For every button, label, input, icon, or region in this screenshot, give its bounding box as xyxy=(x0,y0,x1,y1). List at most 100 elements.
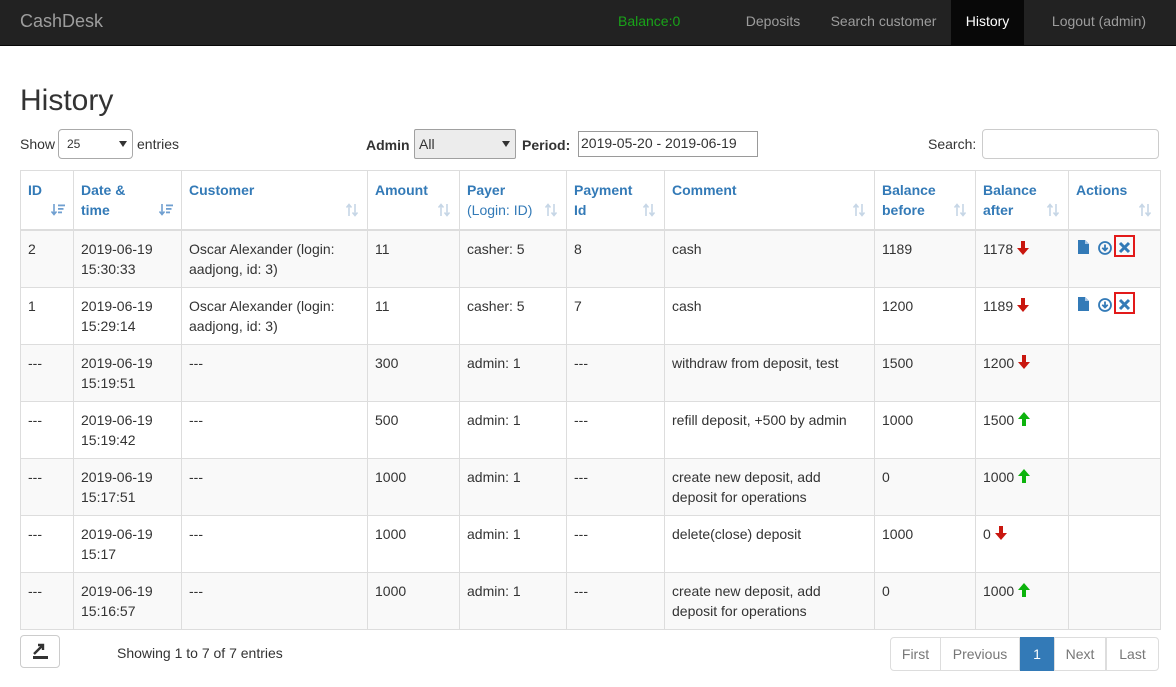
cell-comment: cash xyxy=(664,229,875,288)
column-header-comment[interactable]: Comment xyxy=(664,170,875,231)
history-table: ID Date & time Customer Amount Payer (Lo… xyxy=(20,170,1161,630)
cell-amount: 1000 xyxy=(367,457,460,516)
cell-text: casher: 5 xyxy=(467,241,525,257)
nav-logout[interactable]: Logout (admin) xyxy=(1040,0,1158,46)
document-icon[interactable] xyxy=(1078,239,1089,259)
period-input[interactable]: 2019-05-20 - 2019-06-19 xyxy=(578,131,758,157)
admin-label: Admin xyxy=(366,137,410,153)
cell-text: --- xyxy=(189,354,203,371)
brand-link[interactable]: CashDesk xyxy=(20,11,103,32)
cell-actions xyxy=(1068,229,1161,288)
row-actions xyxy=(1076,524,1153,544)
cell-id: 1 xyxy=(20,286,74,345)
cell-actions xyxy=(1068,400,1161,459)
cell-datetime: 2019-06-19 15:16:57 xyxy=(73,571,182,630)
cell-text: 11 xyxy=(375,297,390,314)
cell-text: create new deposit, add xyxy=(672,582,821,599)
cell-text: 1000 xyxy=(983,582,1015,599)
delete-button[interactable] xyxy=(1114,291,1135,314)
cell-text: refill deposit, +500 by admin xyxy=(672,411,847,428)
admin-select[interactable]: All xyxy=(414,129,516,159)
cell-text: 2019-06-19 xyxy=(81,297,153,314)
column-header-balance-before[interactable]: Balance before xyxy=(874,170,976,231)
cell-payer: casher: 5 xyxy=(459,229,567,288)
sort-both-icon xyxy=(953,203,967,217)
column-header-id[interactable]: ID xyxy=(20,170,74,231)
cell-text: 15:30:33 xyxy=(81,261,136,277)
cell-balance-before: 1200 xyxy=(874,286,976,345)
column-header-amount[interactable]: Amount xyxy=(367,170,460,231)
page-title: History xyxy=(20,84,114,117)
cell-text: delete(close) deposit xyxy=(672,525,802,542)
cell-amount: 1000 xyxy=(367,571,460,630)
row-actions xyxy=(1076,410,1153,430)
cell-text: 15:17:51 xyxy=(81,488,136,505)
cell-text: --- xyxy=(189,582,203,599)
cell-text: --- xyxy=(189,411,203,428)
cell-text: 0 xyxy=(983,525,991,542)
cell-actions xyxy=(1068,514,1161,573)
cell-text: 1 xyxy=(28,297,36,314)
cell-comment: withdraw from deposit, test xyxy=(664,343,875,402)
cell-text: 2019-06-19 xyxy=(81,354,153,371)
cell-text: --- xyxy=(28,468,42,485)
cell-balance-after: 1200 xyxy=(975,343,1069,402)
pagination-first[interactable]: First xyxy=(890,637,941,671)
cell-text: --- xyxy=(574,354,588,371)
cell-id: --- xyxy=(20,457,74,516)
cell-balance-before: 1000 xyxy=(874,400,976,459)
cell-amount: 300 xyxy=(367,343,460,402)
cell-comment: create new deposit, add deposit for opera… xyxy=(664,571,875,630)
cell-text: Oscar Alexander (login: xyxy=(189,241,335,257)
cell-text: withdraw from deposit, test xyxy=(672,354,839,371)
pagination-previous[interactable]: Previous xyxy=(940,637,1020,671)
delete-button[interactable] xyxy=(1114,235,1135,257)
column-header-balance-after[interactable]: Balance after xyxy=(975,170,1069,231)
export-button[interactable] xyxy=(20,635,60,668)
download-circle-icon[interactable] xyxy=(1098,240,1112,260)
nav-search-customer[interactable]: Search customer xyxy=(816,0,951,46)
cell-text: 15:16:57 xyxy=(81,602,136,619)
cell-text: --- xyxy=(28,525,42,542)
balance-indicator: Balance:0 xyxy=(618,13,681,29)
cell-text: 2 xyxy=(28,241,36,257)
admin-select-value: All xyxy=(419,136,435,152)
cell-text: aadjong, id: 3) xyxy=(189,317,278,334)
cell-comment: delete(close) deposit xyxy=(664,514,875,573)
column-label: Actions xyxy=(1076,182,1128,198)
cell-text: create new deposit, add xyxy=(672,468,821,485)
column-header-payment-id[interactable]: Payment Id xyxy=(566,170,665,231)
column-label: Amount xyxy=(375,182,428,198)
column-label: (Login: ID) xyxy=(467,202,533,218)
column-header-datetime[interactable]: Date & time xyxy=(73,170,182,231)
cell-text: 1000 xyxy=(882,411,914,428)
cell-id: --- xyxy=(20,343,74,402)
pagination-page-1[interactable]: 1 xyxy=(1020,637,1054,671)
search-input[interactable] xyxy=(982,129,1159,159)
cell-payer: admin: 1 xyxy=(459,400,567,459)
column-header-payer[interactable]: Payer (Login: ID) xyxy=(459,170,567,231)
document-icon[interactable] xyxy=(1078,296,1089,316)
cell-payer: admin: 1 xyxy=(459,571,567,630)
arrow-up-icon xyxy=(1018,582,1031,602)
cell-balance-before: 1000 xyxy=(874,514,976,573)
column-header-customer[interactable]: Customer xyxy=(181,170,368,231)
table-row: 1 2019-06-19 15:29:14 Oscar Alexander (lo… xyxy=(20,286,1161,345)
pagination-last[interactable]: Last xyxy=(1106,637,1159,671)
cell-payment-id: --- xyxy=(566,400,665,459)
table-info: Showing 1 to 7 of 7 entries xyxy=(117,645,283,661)
cell-text: --- xyxy=(574,525,588,542)
cell-text: 300 xyxy=(375,354,399,371)
cell-id: --- xyxy=(20,400,74,459)
column-header-actions[interactable]: Actions xyxy=(1068,170,1161,231)
cell-text: 1200 xyxy=(983,354,1015,371)
column-label: before xyxy=(882,202,925,218)
nav-history[interactable]: History xyxy=(951,0,1024,46)
pagination-next[interactable]: Next xyxy=(1054,637,1106,671)
download-circle-icon[interactable] xyxy=(1098,297,1112,317)
nav-deposits[interactable]: Deposits xyxy=(730,0,816,46)
column-label: Payer xyxy=(467,182,506,198)
cell-comment: cash xyxy=(664,286,875,345)
cell-text: deposit for operations xyxy=(672,602,807,619)
page-length-select[interactable]: 25 xyxy=(58,129,133,159)
